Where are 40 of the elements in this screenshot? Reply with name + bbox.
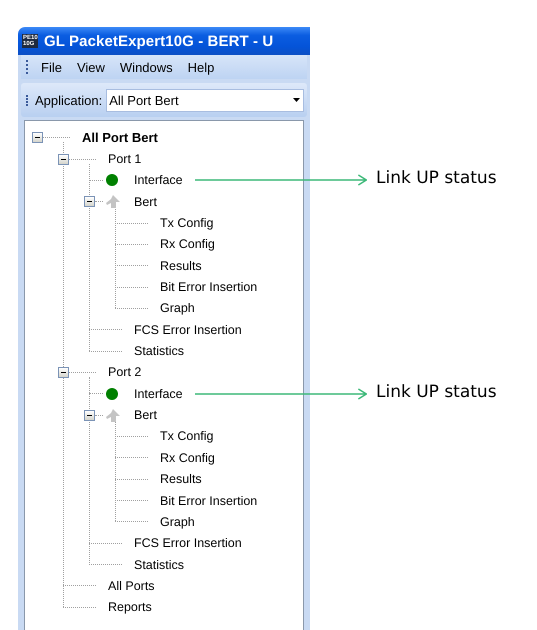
tree-item[interactable]: Reports bbox=[108, 600, 152, 614]
collapse-icon[interactable] bbox=[32, 132, 43, 144]
collapse-icon[interactable] bbox=[84, 196, 95, 208]
tree-item[interactable]: Bert bbox=[134, 408, 157, 422]
tree-item[interactable]: Rx Config bbox=[160, 450, 215, 465]
tree-item[interactable]: Bert bbox=[134, 194, 157, 209]
collapse-icon[interactable] bbox=[58, 366, 69, 378]
menu-item[interactable]: Windows bbox=[114, 58, 179, 76]
tree-item[interactable]: FCS Error Insertion bbox=[134, 536, 242, 550]
tree-item[interactable]: Port 2 bbox=[108, 365, 142, 380]
tree-item[interactable]: Tx Config bbox=[160, 429, 214, 444]
tree-item[interactable]: Bit Error Insertion bbox=[160, 494, 258, 508]
tree-item[interactable]: Rx Config bbox=[160, 237, 215, 252]
tree-item[interactable]: Statistics bbox=[134, 558, 184, 572]
tree-item[interactable]: FCS Error Insertion bbox=[134, 322, 242, 337]
tree-item[interactable]: All Ports bbox=[108, 578, 155, 593]
tree-item[interactable]: Bit Error Insertion bbox=[160, 280, 258, 294]
application-label: Application: bbox=[35, 92, 102, 108]
annotation-text: Link UP status bbox=[376, 168, 497, 188]
tree-item[interactable]: Tx Config bbox=[160, 216, 214, 230]
caret-icon bbox=[292, 98, 300, 102]
arrow-icon bbox=[105, 408, 120, 423]
tree-item[interactable]: All Port Bert bbox=[82, 130, 158, 146]
menu-item[interactable]: View bbox=[70, 58, 111, 76]
tree-item[interactable]: Interface bbox=[134, 386, 183, 401]
tree-item[interactable]: Interface bbox=[134, 173, 183, 188]
arrow-icon bbox=[105, 194, 120, 210]
tree-item[interactable]: Results bbox=[160, 472, 202, 486]
collapse-icon[interactable] bbox=[84, 410, 95, 421]
tree-item[interactable]: Statistics bbox=[134, 344, 184, 358]
menu-item[interactable]: File bbox=[35, 58, 68, 76]
window-title: GL PacketExpert10G - BERT - U bbox=[44, 32, 274, 50]
collapse-icon[interactable] bbox=[58, 154, 69, 165]
tree-item[interactable]: Graph bbox=[160, 514, 195, 529]
tree-item[interactable]: Graph bbox=[160, 301, 195, 316]
application-dropdown[interactable]: All Port Bert bbox=[106, 88, 304, 112]
tree-item[interactable]: Port 1 bbox=[108, 152, 142, 166]
menu-item[interactable]: Help bbox=[182, 58, 220, 76]
tree-item[interactable]: Results bbox=[160, 258, 202, 273]
annotation-text: Link UP status bbox=[376, 382, 497, 402]
